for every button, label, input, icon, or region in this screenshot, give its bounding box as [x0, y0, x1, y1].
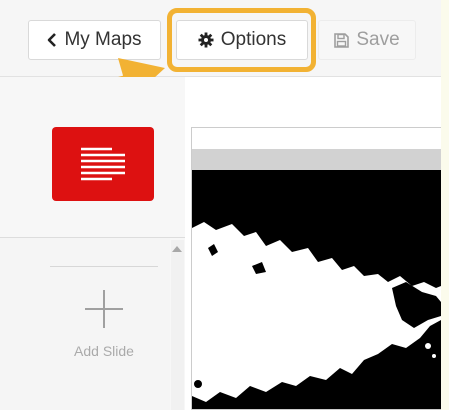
- map-landmass: [192, 222, 441, 402]
- add-slide-label: Add Slide: [74, 343, 134, 359]
- scroll-up-arrow-icon[interactable]: [172, 246, 182, 252]
- slide-thumbnail[interactable]: [52, 127, 154, 201]
- map-header-band: [192, 128, 441, 149]
- plus-icon: [85, 290, 123, 328]
- map-title-bar: [192, 149, 441, 170]
- text-lines-icon: [81, 147, 125, 181]
- slides-separator: [50, 266, 158, 267]
- scrollbar[interactable]: [171, 240, 184, 410]
